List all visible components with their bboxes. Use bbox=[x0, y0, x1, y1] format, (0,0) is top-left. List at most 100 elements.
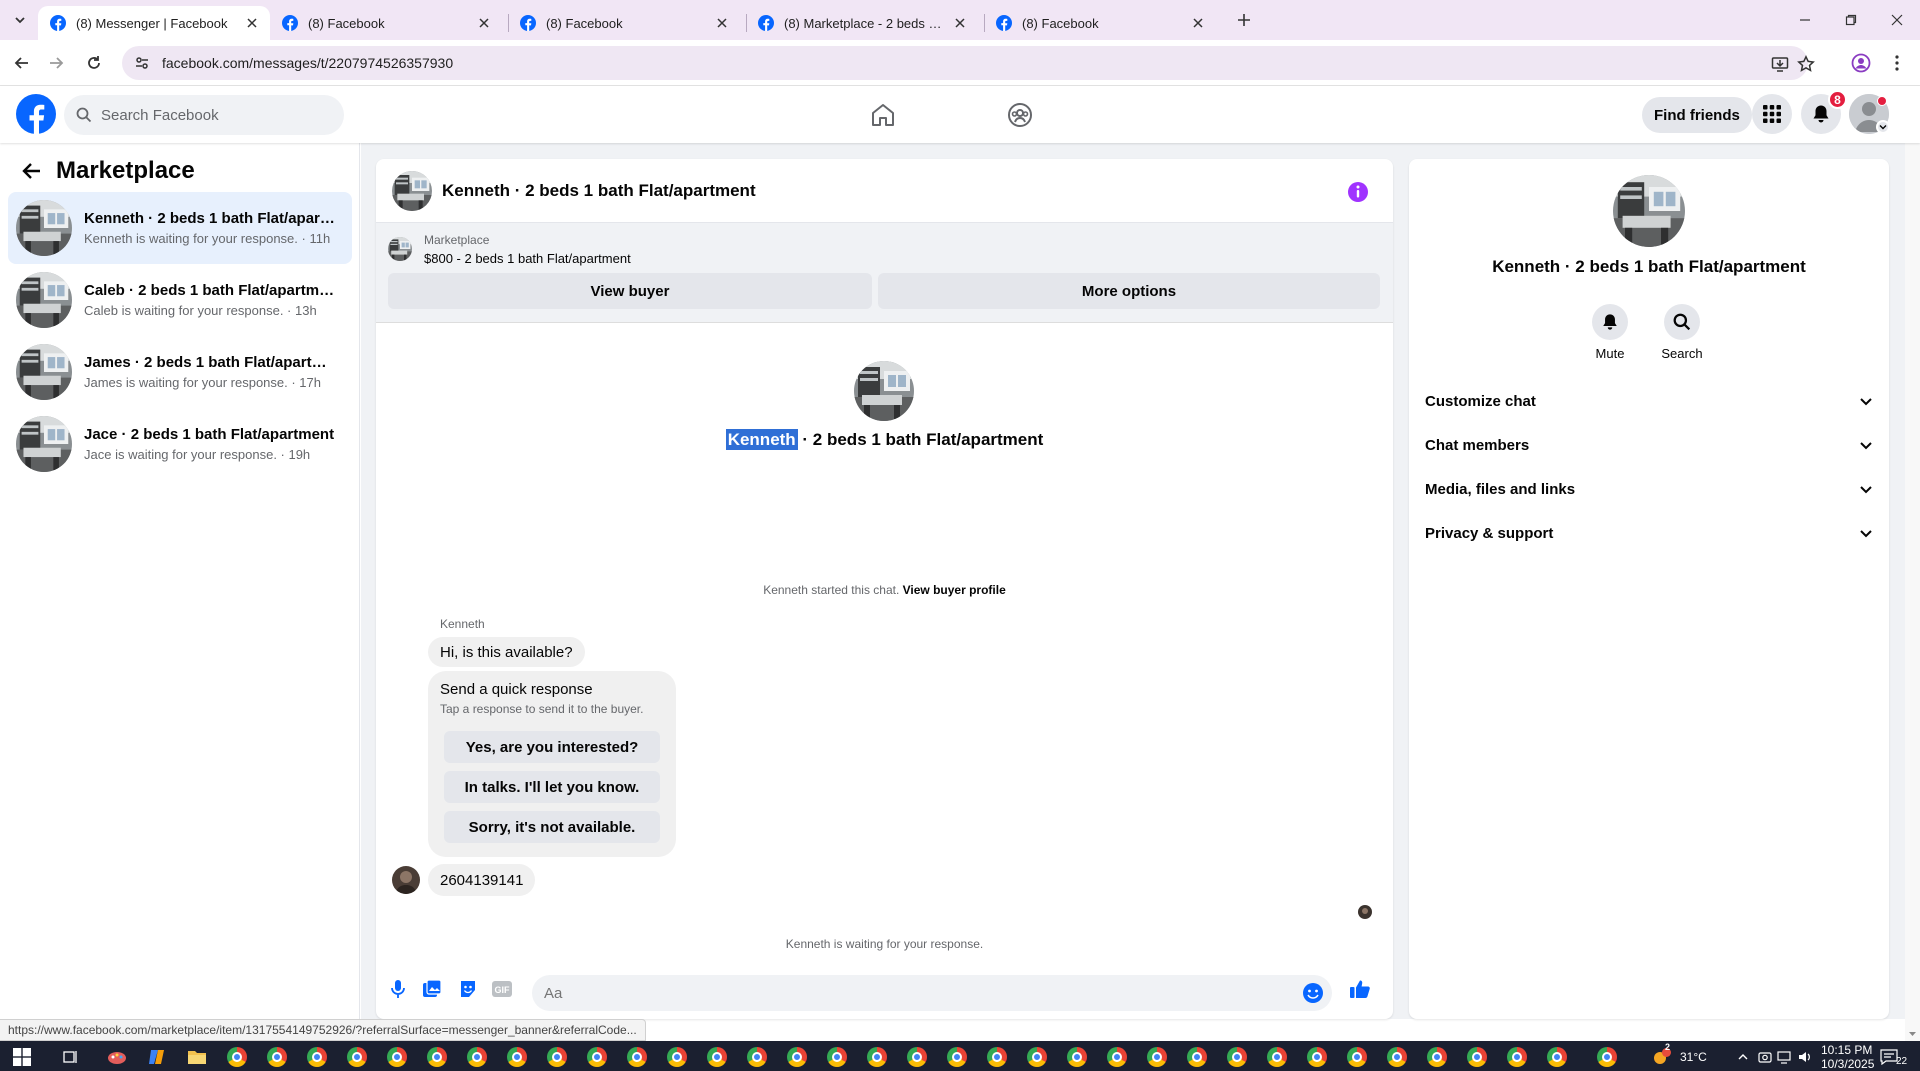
close-window-button[interactable] bbox=[1874, 0, 1920, 40]
taskbar-app-chrome[interactable] bbox=[786, 1046, 808, 1068]
info-icon[interactable] bbox=[1347, 181, 1369, 203]
message-bubble[interactable]: 2604139141 bbox=[428, 864, 536, 896]
taskbar-clock-time[interactable]: 10:15 PM bbox=[1821, 1043, 1872, 1057]
listing-price-title[interactable]: $800 - 2 beds 1 bath Flat/apartment bbox=[424, 251, 631, 266]
taskbar-app-chrome[interactable] bbox=[386, 1046, 408, 1068]
conversation-item-james[interactable]: James · 2 beds 1 bath Flat/apartme... Ja… bbox=[8, 336, 352, 408]
taskbar-app-chrome[interactable] bbox=[1146, 1046, 1168, 1068]
account-menu-chevron[interactable] bbox=[1876, 120, 1890, 134]
facebook-search-box[interactable]: Search Facebook bbox=[64, 95, 344, 135]
search-action-circle[interactable] bbox=[1664, 304, 1700, 340]
browser-tab-messenger[interactable]: (8) Messenger | Facebook bbox=[38, 6, 270, 40]
taskbar-app-chrome[interactable] bbox=[1186, 1046, 1208, 1068]
message-bubble[interactable]: Hi, is this available? bbox=[428, 637, 585, 667]
quick-response-option[interactable]: In talks. I'll let you know. bbox=[444, 771, 660, 803]
mute-action-button[interactable]: Mute bbox=[1580, 304, 1640, 361]
sender-avatar[interactable] bbox=[392, 866, 420, 894]
taskbar-app-chrome[interactable] bbox=[1266, 1046, 1288, 1068]
browser-tab-facebook-3[interactable]: (8) Facebook bbox=[984, 6, 1216, 40]
taskbar-app-chrome[interactable] bbox=[1466, 1046, 1488, 1068]
taskbar-app-chrome[interactable] bbox=[1546, 1046, 1568, 1068]
privacy-support-section[interactable]: Privacy & support bbox=[1417, 511, 1881, 555]
message-composer[interactable] bbox=[532, 975, 1332, 1011]
chrome-profile-button[interactable] bbox=[1847, 49, 1875, 77]
tab-close-icon[interactable] bbox=[244, 15, 260, 31]
show-hidden-icons-button[interactable] bbox=[1732, 1046, 1754, 1068]
voice-clip-button[interactable] bbox=[386, 977, 410, 1001]
tab-search-button[interactable] bbox=[8, 8, 32, 32]
taskbar-app-chrome[interactable] bbox=[706, 1046, 728, 1068]
volume-control[interactable] bbox=[1794, 1046, 1816, 1068]
taskbar-app-chrome[interactable] bbox=[866, 1046, 888, 1068]
tray-app-icon[interactable] bbox=[1754, 1046, 1776, 1068]
tab-close-icon[interactable] bbox=[714, 15, 730, 31]
taskbar-app-chrome[interactable] bbox=[466, 1046, 488, 1068]
find-friends-button[interactable]: Find friends bbox=[1642, 97, 1752, 133]
more-options-button[interactable]: More options bbox=[878, 273, 1380, 309]
taskbar-app-paint[interactable] bbox=[106, 1046, 128, 1068]
sticker-button[interactable] bbox=[456, 977, 480, 1001]
network-status[interactable] bbox=[1774, 1046, 1796, 1068]
address-bar[interactable]: facebook.com/messages/t/2207974526357930 bbox=[122, 46, 1815, 80]
taskbar-app-chrome[interactable] bbox=[506, 1046, 528, 1068]
taskbar-app-chrome[interactable] bbox=[426, 1046, 448, 1068]
site-info-icon[interactable] bbox=[134, 55, 150, 71]
chat-members-section[interactable]: Chat members bbox=[1417, 423, 1881, 467]
gif-button[interactable]: GIF bbox=[490, 977, 514, 1001]
start-button[interactable] bbox=[11, 1046, 33, 1068]
taskbar-clock-date[interactable]: 10/3/2025 bbox=[1821, 1057, 1874, 1071]
mute-action-circle[interactable] bbox=[1592, 304, 1628, 340]
customize-chat-section[interactable]: Customize chat bbox=[1417, 379, 1881, 423]
taskbar-app-chrome[interactable] bbox=[1026, 1046, 1048, 1068]
taskbar-app-chrome[interactable] bbox=[1066, 1046, 1088, 1068]
search-action-button[interactable]: Search bbox=[1652, 304, 1712, 361]
chat-title[interactable]: Kenneth · 2 beds 1 bath Flat/apartment bbox=[442, 181, 756, 201]
conversation-item-jace[interactable]: Jace · 2 beds 1 bath Flat/apartment Jace… bbox=[8, 408, 352, 480]
media-files-links-section[interactable]: Media, files and links bbox=[1417, 467, 1881, 511]
quick-response-option[interactable]: Sorry, it's not available. bbox=[444, 811, 660, 843]
taskbar-app-chrome[interactable] bbox=[266, 1046, 288, 1068]
taskbar-app-chrome-active[interactable] bbox=[1386, 1046, 1408, 1068]
install-app-icon[interactable] bbox=[1770, 54, 1790, 74]
taskbar-app-file-explorer[interactable] bbox=[186, 1046, 208, 1068]
taskbar-app-chrome[interactable] bbox=[986, 1046, 1008, 1068]
message-input[interactable] bbox=[544, 984, 1284, 1002]
browser-tab-facebook-2[interactable]: (8) Facebook bbox=[508, 6, 740, 40]
listing-thumbnail[interactable] bbox=[388, 237, 412, 261]
taskbar-app-chrome[interactable] bbox=[906, 1046, 928, 1068]
taskbar-app-chrome[interactable] bbox=[1226, 1046, 1248, 1068]
taskbar-app-chrome[interactable] bbox=[1426, 1046, 1448, 1068]
taskbar-app-copilot[interactable] bbox=[146, 1046, 168, 1068]
taskbar-app-chrome[interactable] bbox=[1106, 1046, 1128, 1068]
facebook-logo-icon[interactable] bbox=[16, 94, 56, 134]
browser-tab-facebook-1[interactable]: (8) Facebook bbox=[270, 6, 502, 40]
conversation-item-caleb[interactable]: Caleb · 2 beds 1 bath Flat/apartment Cal… bbox=[8, 264, 352, 336]
taskbar-app-chrome[interactable] bbox=[946, 1046, 968, 1068]
weather-temperature[interactable]: 31°C bbox=[1680, 1050, 1707, 1064]
home-nav-button[interactable] bbox=[866, 98, 900, 132]
groups-nav-button[interactable] bbox=[1003, 98, 1037, 132]
tab-close-icon[interactable] bbox=[952, 15, 968, 31]
minimize-button[interactable] bbox=[1782, 0, 1828, 40]
taskbar-app-chrome[interactable] bbox=[1306, 1046, 1328, 1068]
bookmark-star-icon[interactable] bbox=[1796, 54, 1816, 74]
taskbar-app-chrome[interactable] bbox=[626, 1046, 648, 1068]
like-button[interactable] bbox=[1348, 977, 1372, 1001]
taskbar-app-chrome[interactable] bbox=[666, 1046, 688, 1068]
restore-button[interactable] bbox=[1828, 0, 1874, 40]
chat-header-avatar[interactable] bbox=[392, 171, 432, 211]
forward-button[interactable] bbox=[42, 49, 70, 77]
reload-button[interactable] bbox=[80, 49, 108, 77]
view-buyer-profile-link[interactable]: View buyer profile bbox=[903, 583, 1006, 597]
taskbar-app-chrome[interactable] bbox=[1346, 1046, 1368, 1068]
taskbar-app-chrome[interactable] bbox=[226, 1046, 248, 1068]
menu-button[interactable] bbox=[1752, 94, 1792, 134]
quick-response-option[interactable]: Yes, are you interested? bbox=[444, 731, 660, 763]
chrome-menu-button[interactable] bbox=[1883, 49, 1911, 77]
taskbar-app-chrome[interactable] bbox=[1506, 1046, 1528, 1068]
conversation-item-kenneth[interactable]: Kenneth · 2 beds 1 bath Flat/apart... Ke… bbox=[8, 192, 352, 264]
tab-close-icon[interactable] bbox=[1190, 15, 1206, 31]
emoji-icon[interactable] bbox=[1302, 982, 1324, 1004]
browser-tab-marketplace[interactable]: (8) Marketplace - 2 beds 1 bath bbox=[746, 6, 978, 40]
new-tab-button[interactable] bbox=[1232, 8, 1256, 32]
